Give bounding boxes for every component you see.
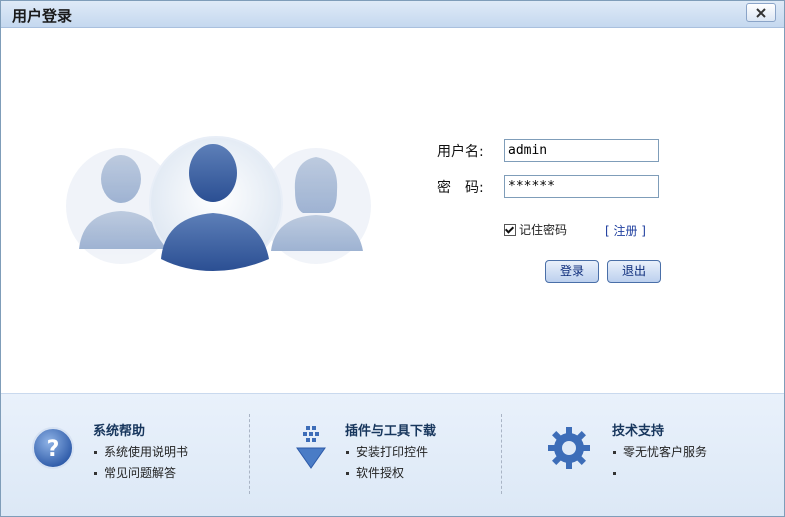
list-item[interactable]: 常见问题解答 bbox=[93, 463, 188, 484]
remember-label: 记住密码 bbox=[519, 223, 568, 237]
username-input[interactable] bbox=[504, 139, 659, 162]
help-list: 系统使用说明书 常见问题解答 bbox=[93, 442, 188, 484]
help-section-title: 系统帮助 bbox=[93, 424, 146, 439]
register-link[interactable]: [ 注册 ] bbox=[605, 222, 646, 239]
remember-password[interactable]: 记住密码 bbox=[504, 221, 567, 238]
remember-checkbox[interactable] bbox=[504, 223, 516, 236]
login-button[interactable]: 登录 bbox=[545, 260, 599, 283]
list-item[interactable]: 系统使用说明书 bbox=[93, 442, 188, 463]
gear-icon bbox=[548, 427, 590, 469]
support-section-title: 技术支持 bbox=[612, 424, 665, 439]
download-icon bbox=[296, 426, 326, 469]
help-icon: ? bbox=[32, 427, 74, 469]
password-label: 密 码: bbox=[437, 180, 484, 196]
username-label: 用户名: bbox=[437, 144, 484, 160]
list-item[interactable]: 安装打印控件 bbox=[345, 442, 428, 463]
title-bar: 用户登录 bbox=[1, 1, 784, 28]
footer-panel: ? 系统帮助 系统使用说明书 常见问题解答 插件与工具下载 安装打印控件 软件授… bbox=[1, 393, 784, 516]
list-item[interactable] bbox=[612, 463, 707, 484]
window-title: 用户登录 bbox=[12, 7, 73, 25]
close-icon bbox=[756, 7, 766, 18]
download-section-title: 插件与工具下载 bbox=[345, 424, 437, 439]
login-window: 用户登录 用户名: admin 密 码: ****** 记住密码 [注册] … bbox=[0, 0, 785, 517]
divider bbox=[501, 414, 502, 494]
support-list: 零无忧客户服务 bbox=[612, 442, 707, 484]
list-item[interactable]: 零无忧客户服务 bbox=[612, 442, 707, 463]
exit-button[interactable]: 退出 bbox=[607, 260, 661, 283]
svg-text:?: ? bbox=[47, 437, 60, 462]
close-button[interactable] bbox=[746, 3, 776, 22]
list-item[interactable]: 软件授权 bbox=[345, 463, 428, 484]
download-list: 安装打印控件 软件授权 bbox=[345, 442, 428, 484]
center-person-icon bbox=[149, 136, 283, 271]
divider bbox=[249, 414, 250, 494]
users-illustration bbox=[61, 131, 381, 281]
password-input[interactable] bbox=[504, 175, 659, 198]
